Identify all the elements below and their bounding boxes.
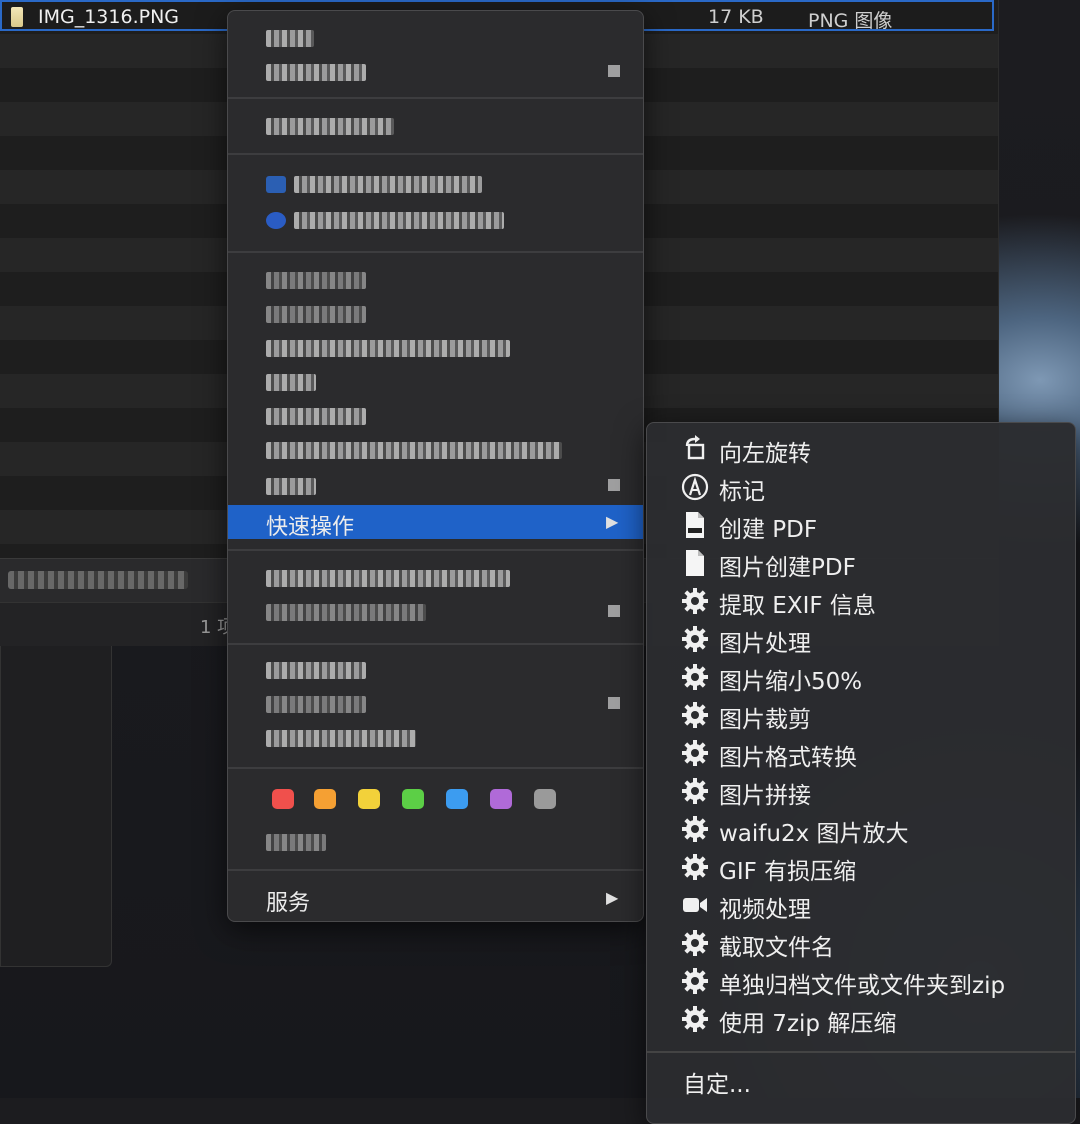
tag-gray[interactable]: [534, 789, 556, 809]
menu-item-services[interactable]: 服务 ▶: [228, 881, 643, 916]
submenu-arrow-icon: ▶: [606, 888, 619, 907]
quick-action-label: 提取 EXIF 信息: [719, 593, 876, 619]
menu-item-move-to-trash[interactable]: [228, 109, 643, 143]
gear-icon: [682, 588, 708, 614]
quick-action-label: GIF 有损压缩: [719, 859, 857, 885]
gear-icon: [682, 816, 708, 842]
customize-button[interactable]: 自定...: [683, 1065, 751, 1099]
quick-action-crop-image[interactable]: 图片裁剪: [647, 695, 1075, 733]
quick-action-label: 创建 PDF: [719, 517, 818, 543]
gear-icon: [682, 664, 708, 690]
tag-red[interactable]: [272, 789, 294, 809]
png-file-icon: [11, 7, 23, 27]
quick-action-video-processing[interactable]: 视频处理: [647, 885, 1075, 923]
submenu-arrow-icon: ▶: [606, 512, 619, 531]
quick-action-7zip-extract[interactable]: 使用 7zip 解压缩: [647, 999, 1075, 1037]
menu-item-rename[interactable]: [228, 297, 643, 331]
quick-action-create-pdf[interactable]: 创建 PDF: [647, 505, 1075, 543]
pdf-document-icon: [686, 512, 704, 538]
tag-orange[interactable]: [314, 789, 336, 809]
quick-action-stitch-images[interactable]: 图片拼接: [647, 771, 1075, 809]
quick-action-image-processing[interactable]: 图片处理: [647, 619, 1075, 657]
quick-action-image-to-pdf[interactable]: 图片创建PDF: [647, 543, 1075, 581]
gear-icon: [682, 930, 708, 956]
quick-action-markup[interactable]: 标记: [647, 467, 1075, 505]
menu-item-compress[interactable]: [228, 331, 643, 365]
quick-action-label: 图片格式转换: [719, 745, 857, 771]
quick-action-label: 向左旋转: [719, 441, 811, 467]
gear-icon: [682, 626, 708, 652]
menu-separator: [228, 97, 643, 99]
menu-item-open[interactable]: [228, 21, 643, 55]
quick-action-label: 单独归档文件或文件夹到zip: [719, 973, 1006, 999]
quick-action-waifu2x[interactable]: waifu2x 图片放大: [647, 809, 1075, 847]
quick-action-label: 标记: [719, 479, 765, 505]
gear-icon: [682, 778, 708, 804]
quick-action-label: 截取文件名: [719, 935, 834, 961]
path-bar-redacted: [8, 571, 188, 589]
menu-separator: [228, 153, 643, 155]
menu-item-share[interactable]: [228, 469, 643, 503]
services-label: 服务: [266, 891, 311, 916]
quick-action-label: 图片裁剪: [719, 707, 811, 733]
menu-item-copy[interactable]: [228, 561, 643, 595]
file-name: IMG_1316.PNG: [38, 6, 180, 28]
file-kind: PNG 图像: [808, 10, 893, 32]
quick-action-extract-filename[interactable]: 截取文件名: [647, 923, 1075, 961]
quick-action-gif-compress[interactable]: GIF 有损压缩: [647, 847, 1075, 885]
quick-action-rotate-left[interactable]: 向左旋转: [647, 429, 1075, 467]
quick-actions-submenu: 向左旋转 标记 创建 PDF 图片创建PDF 提取 EXIF 信息 图片处理 图…: [646, 422, 1076, 1124]
quick-action-archive-zip[interactable]: 单独归档文件或文件夹到zip: [647, 961, 1075, 999]
menu-separator: [647, 1051, 1075, 1053]
menu-item-app-action[interactable]: [228, 167, 643, 201]
menu-item-use-groups[interactable]: [228, 687, 643, 721]
menu-separator: [228, 869, 643, 871]
quick-action-extract-exif[interactable]: 提取 EXIF 信息: [647, 581, 1075, 619]
tag-colors-row: [228, 781, 643, 815]
menu-item-show-view-options[interactable]: [228, 721, 643, 755]
quick-action-label: 视频处理: [719, 897, 811, 923]
quick-action-label: 图片缩小50%: [719, 669, 863, 695]
menu-item-view-options[interactable]: [228, 653, 643, 687]
quick-action-label: 图片拼接: [719, 783, 811, 809]
quick-action-label: 图片处理: [719, 631, 811, 657]
menu-separator: [228, 767, 643, 769]
menu-separator: [228, 643, 643, 645]
gear-icon: [682, 854, 708, 880]
tag-purple[interactable]: [490, 789, 512, 809]
file-size: 17 KB: [708, 6, 764, 28]
menu-item-duplicate[interactable]: [228, 365, 643, 399]
tag-yellow[interactable]: [358, 789, 380, 809]
quick-action-convert-format[interactable]: 图片格式转换: [647, 733, 1075, 771]
gear-icon: [682, 740, 708, 766]
background-window: [0, 646, 112, 967]
quick-action-label: 使用 7zip 解压缩: [719, 1011, 897, 1037]
context-menu: 快速操作 ▶ 服务 ▶: [227, 10, 644, 922]
tag-green[interactable]: [402, 789, 424, 809]
menu-item-quick-actions[interactable]: 快速操作 ▶: [228, 505, 643, 540]
rotate-left-icon: [685, 435, 705, 460]
menu-item-app-action[interactable]: [228, 203, 643, 237]
video-camera-icon: [683, 898, 707, 912]
menu-item-get-info[interactable]: [228, 263, 643, 297]
tag-blue[interactable]: [446, 789, 468, 809]
quick-actions-label: 快速操作: [266, 515, 355, 540]
menu-item-open-with[interactable]: [228, 55, 643, 89]
gear-icon: [682, 702, 708, 728]
quick-action-label: 图片创建PDF: [719, 555, 856, 581]
menu-item-make-alias[interactable]: [228, 399, 643, 433]
quick-action-label: waifu2x 图片放大: [719, 821, 909, 847]
document-icon: [686, 550, 704, 576]
gear-icon: [682, 1006, 708, 1032]
menu-item-tags[interactable]: [228, 825, 643, 859]
menu-separator: [228, 549, 643, 551]
menu-item-import[interactable]: [228, 595, 643, 629]
gear-icon: [682, 968, 708, 994]
markup-icon: [681, 473, 709, 501]
menu-item-quick-look[interactable]: [228, 433, 643, 467]
menu-separator: [228, 251, 643, 253]
quick-action-shrink-image[interactable]: 图片缩小50%: [647, 657, 1075, 695]
